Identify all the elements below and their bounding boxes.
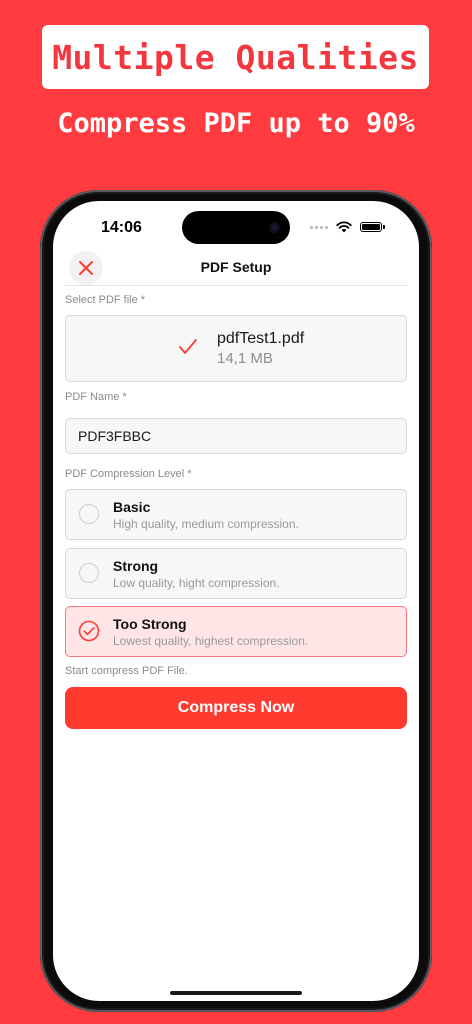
wifi-icon: [336, 221, 352, 233]
signal-dots-icon: [310, 225, 328, 229]
status-time: 14:06: [101, 219, 142, 236]
select-file-label: Select PDF file *: [65, 294, 146, 306]
file-size: 14,1 MB: [217, 350, 273, 367]
compression-label: PDF Compression Level *: [65, 468, 192, 480]
option-basic[interactable]: Basic High quality, medium compression.: [65, 489, 407, 540]
pdf-name-label: PDF Name *: [65, 391, 127, 403]
page-title: PDF Setup: [200, 259, 272, 275]
file-picker[interactable]: pdfTest1.pdf 14,1 MB: [65, 315, 407, 382]
promo-headline: Multiple Qualities: [52, 37, 419, 77]
phone-screen: 14:06 PDF Setup Select PDF file * pdfTes…: [53, 201, 419, 1001]
option-title: Strong: [113, 558, 159, 574]
radio-unselected-icon[interactable]: [79, 504, 99, 524]
option-title: Too Strong: [113, 616, 187, 632]
dynamic-island: [182, 211, 290, 244]
compress-now-button[interactable]: Compress Now: [65, 687, 407, 729]
pdf-name-input[interactable]: [65, 418, 407, 454]
option-description: High quality, medium compression.: [113, 517, 299, 531]
battery-tip: [383, 225, 385, 229]
nav-bar: PDF Setup: [53, 251, 419, 285]
option-description: Lowest quality, highest compression.: [113, 634, 309, 648]
promo-headline-box: Multiple Qualities: [42, 25, 429, 89]
status-icons: [310, 221, 385, 233]
option-strong[interactable]: Strong Low quality, hight compression.: [65, 548, 407, 599]
camera-icon: [269, 222, 280, 233]
option-title: Basic: [113, 499, 151, 515]
start-hint: Start compress PDF File.: [65, 665, 188, 677]
file-name: pdfTest1.pdf: [217, 330, 305, 347]
option-description: Low quality, hight compression.: [113, 576, 280, 590]
option-too-strong[interactable]: Too Strong Lowest quality, highest compr…: [65, 606, 407, 657]
nav-divider: [65, 285, 407, 286]
battery-icon: [360, 222, 382, 232]
checkmark-icon: [179, 339, 197, 354]
radio-unselected-icon[interactable]: [79, 563, 99, 583]
radio-checked-icon[interactable]: [78, 620, 100, 642]
home-indicator[interactable]: [170, 991, 302, 995]
promo-subheadline: Compress PDF up to 90%: [57, 108, 415, 139]
